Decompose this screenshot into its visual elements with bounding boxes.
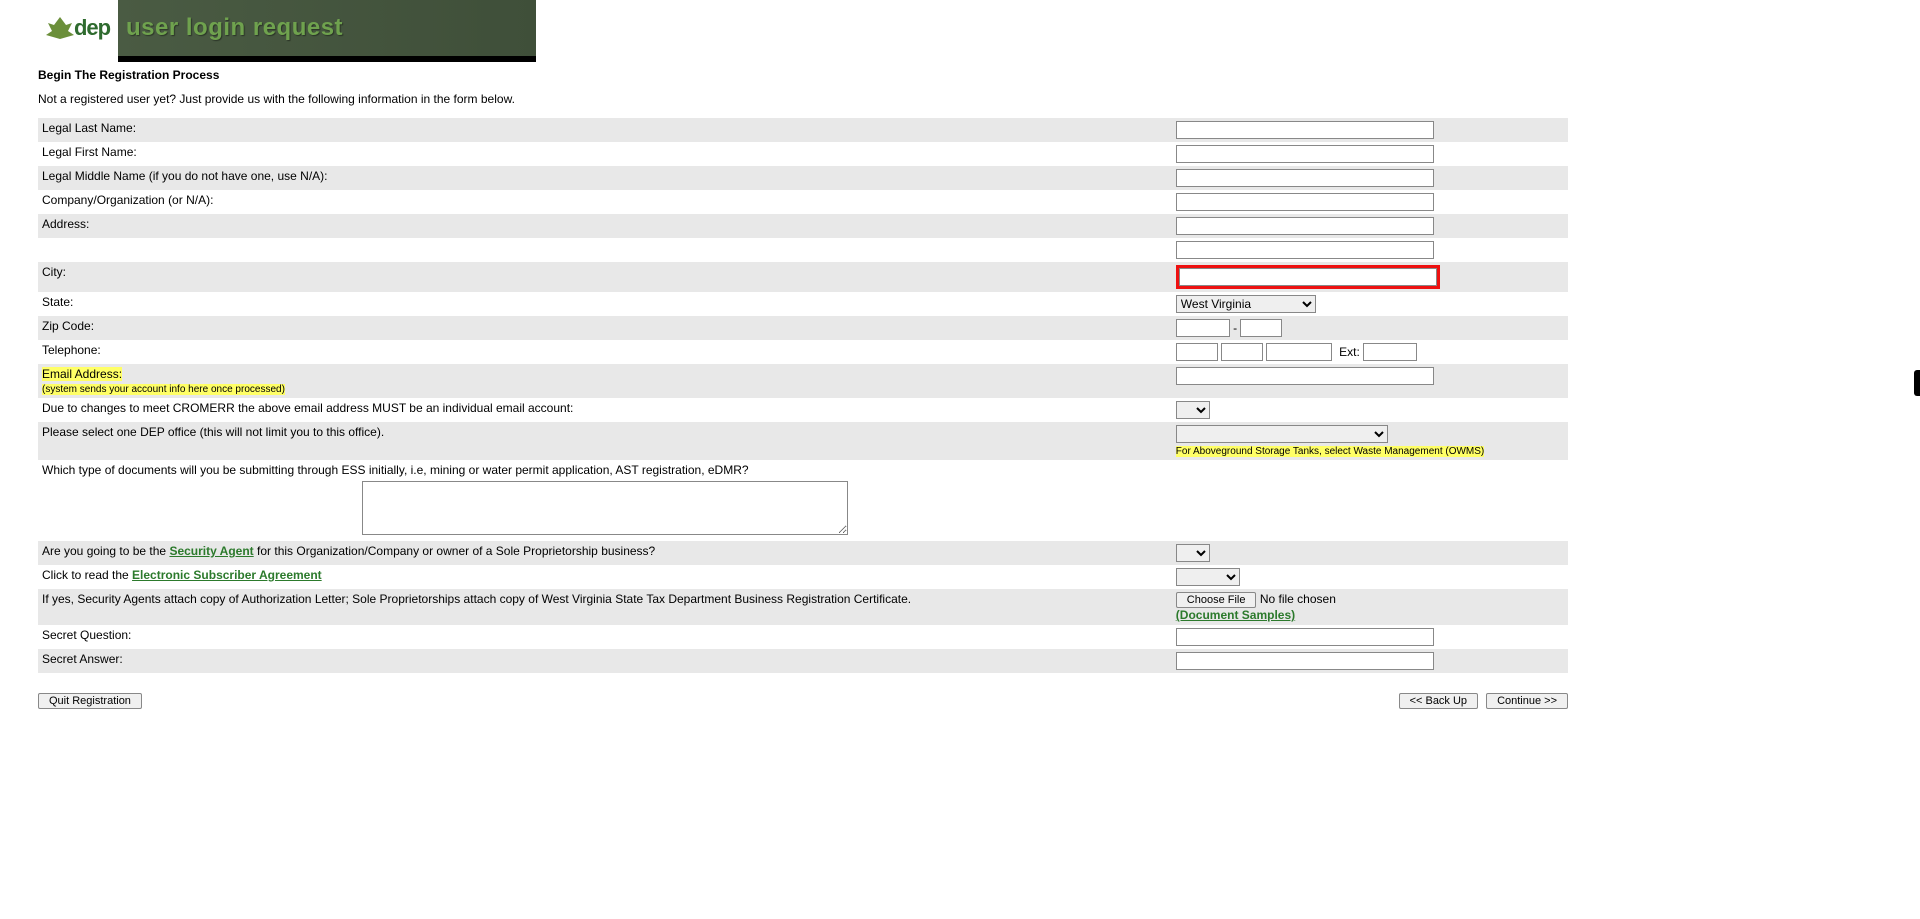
esa-pre: Click to read the [42, 568, 132, 582]
cromerr-select[interactable] [1176, 401, 1210, 419]
quit-registration-button[interactable]: Quit Registration [38, 693, 142, 709]
label-cromerr: Due to changes to meet CROMERR the above… [38, 398, 1172, 422]
company-input[interactable] [1176, 193, 1434, 211]
first-name-input[interactable] [1176, 145, 1434, 163]
phone-area-input[interactable] [1176, 343, 1218, 361]
page-banner: dep user login request [38, 0, 1568, 56]
banner-title: user login request [126, 14, 343, 42]
security-agent-post: for this Organization/Company or owner o… [254, 544, 656, 558]
dep-office-select[interactable] [1176, 425, 1388, 443]
logo: dep [38, 15, 118, 41]
esa-select[interactable] [1176, 568, 1240, 586]
label-secret-a: Secret Answer: [38, 649, 1172, 673]
security-agent-pre: Are you going to be the [42, 544, 169, 558]
file-status: No file chosen [1260, 592, 1336, 606]
address2-input[interactable] [1176, 241, 1434, 259]
label-city: City: [38, 262, 1172, 292]
intro-text: Not a registered user yet? Just provide … [38, 92, 1568, 106]
button-row: Quit Registration << Back Up Continue >> [38, 693, 1568, 709]
side-handle-icon[interactable] [1914, 370, 1920, 396]
choose-file-button[interactable]: Choose File [1176, 592, 1257, 608]
label-address2 [38, 238, 1172, 262]
label-secret-q: Secret Question: [38, 625, 1172, 649]
label-security-agent: Are you going to be the Security Agent f… [38, 541, 1172, 565]
email-label-text: Email Address: [42, 367, 122, 381]
label-company: Company/Organization (or N/A): [38, 190, 1172, 214]
middle-name-input[interactable] [1176, 169, 1434, 187]
esa-link[interactable]: Electronic Subscriber Agreement [132, 568, 322, 582]
city-input[interactable] [1179, 268, 1437, 286]
logo-text: dep [74, 15, 110, 41]
registration-form: Legal Last Name: Legal First Name: Legal… [38, 118, 1568, 673]
back-up-button[interactable]: << Back Up [1399, 693, 1478, 709]
doc-type-textarea[interactable] [362, 481, 848, 535]
label-ext: Ext: [1339, 345, 1360, 359]
continue-button[interactable]: Continue >> [1486, 693, 1568, 709]
label-telephone: Telephone: [38, 340, 1172, 364]
address1-input[interactable] [1176, 217, 1434, 235]
zip4-input[interactable] [1240, 319, 1282, 337]
label-dep-office: Please select one DEP office (this will … [38, 422, 1172, 460]
label-zip: Zip Code: [38, 316, 1172, 340]
label-first-name: Legal First Name: [38, 142, 1172, 166]
label-doc-type: Which type of documents will you be subm… [38, 460, 1172, 541]
zip-dash: - [1233, 321, 1237, 335]
doc-type-text: Which type of documents will you be subm… [42, 463, 749, 477]
zip5-input[interactable] [1176, 319, 1230, 337]
section-title: Begin The Registration Process [38, 68, 1568, 82]
last-name-input[interactable] [1176, 121, 1434, 139]
email-input[interactable] [1176, 367, 1434, 385]
label-email: Email Address: (system sends your accoun… [38, 364, 1172, 398]
label-middle-name: Legal Middle Name (if you do not have on… [38, 166, 1172, 190]
security-agent-select[interactable] [1176, 544, 1210, 562]
security-agent-link[interactable]: Security Agent [169, 544, 253, 558]
document-samples-link[interactable]: (Document Samples) [1176, 608, 1295, 622]
email-note: (system sends your account info here onc… [42, 384, 285, 395]
label-address: Address: [38, 214, 1172, 238]
label-esa: Click to read the Electronic Subscriber … [38, 565, 1172, 589]
label-last-name: Legal Last Name: [38, 118, 1172, 142]
banner-title-wrap: user login request [118, 0, 536, 56]
phone-prefix-input[interactable] [1221, 343, 1263, 361]
state-select[interactable]: West Virginia [1176, 295, 1316, 313]
leaf-icon [46, 17, 74, 39]
label-state: State: [38, 292, 1172, 316]
secret-answer-input[interactable] [1176, 652, 1434, 670]
secret-question-input[interactable] [1176, 628, 1434, 646]
dep-office-note: For Aboveground Storage Tanks, select Wa… [1176, 446, 1484, 457]
label-attach: If yes, Security Agents attach copy of A… [38, 589, 1172, 625]
city-highlight [1176, 265, 1440, 289]
phone-line-input[interactable] [1266, 343, 1332, 361]
phone-ext-input[interactable] [1363, 343, 1417, 361]
